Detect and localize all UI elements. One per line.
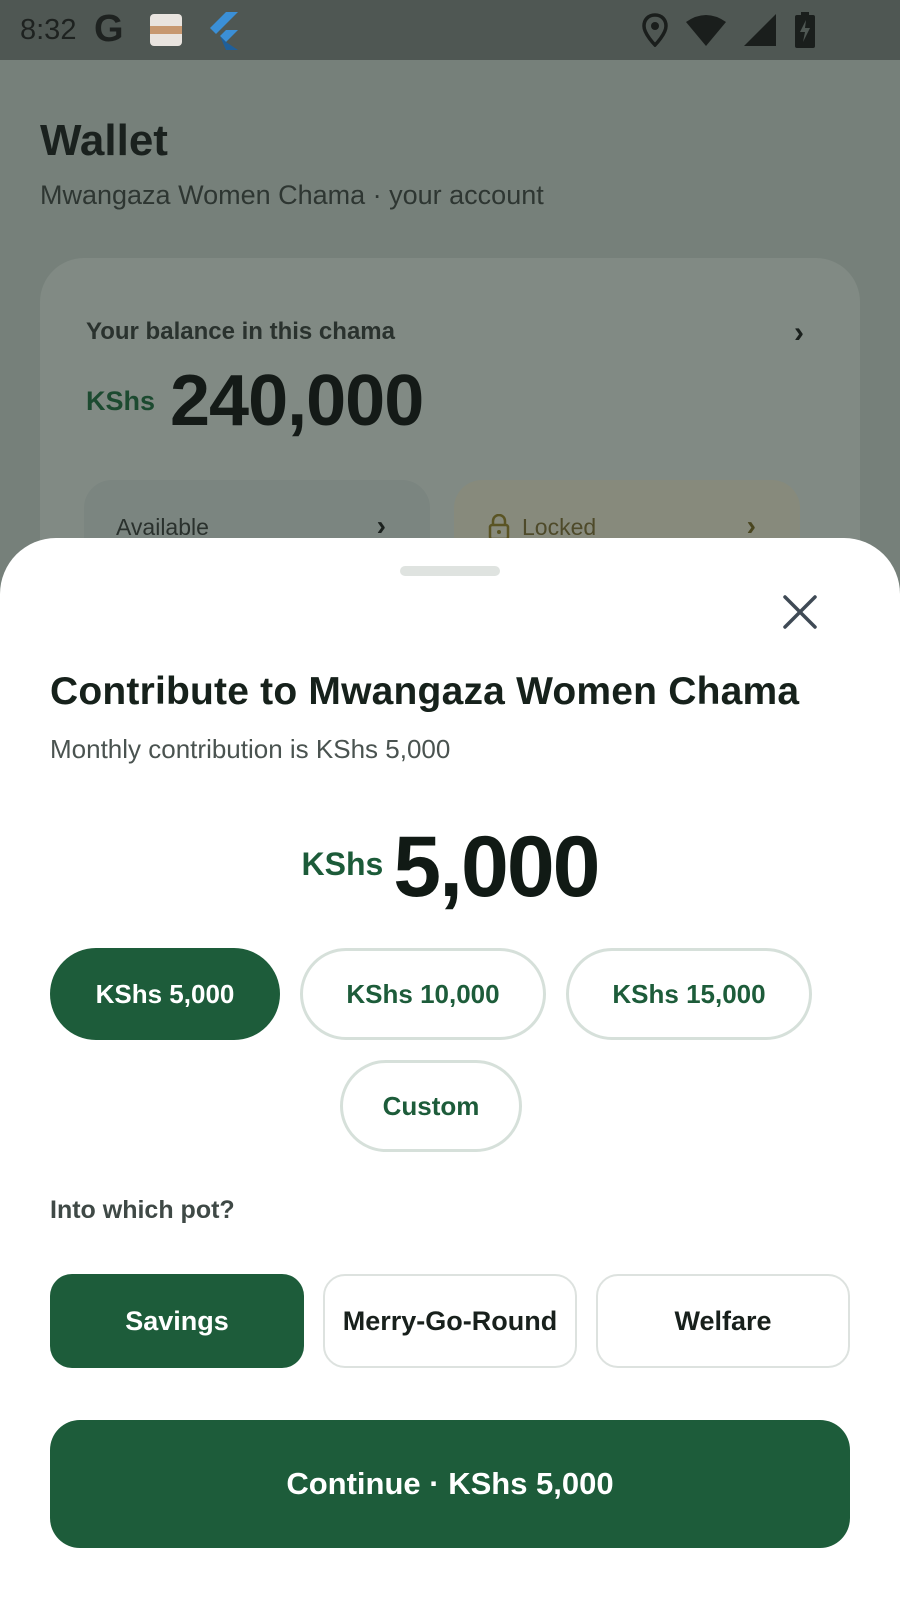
balance-amount: 240,000 <box>170 361 424 441</box>
pot-option-welfare[interactable]: Welfare <box>596 1274 850 1368</box>
amount-display: KShs 5,000 <box>0 818 900 917</box>
battery-charging-icon <box>795 12 815 48</box>
amount-value: 5,000 <box>393 819 600 915</box>
location-icon <box>642 13 668 47</box>
flutter-icon <box>210 12 238 50</box>
status-icons <box>642 12 816 48</box>
amount-chip-custom[interactable]: Custom <box>340 1060 522 1152</box>
balance-label: Your balance in this chama <box>86 318 395 345</box>
wifi-icon <box>686 15 726 46</box>
chevron-right-icon: › <box>794 316 804 349</box>
page-title: Wallet <box>40 116 168 165</box>
continue-button[interactable]: Continue · KShs 5,000 <box>50 1420 850 1548</box>
available-label: Available <box>116 514 209 540</box>
google-icon: G <box>94 8 124 50</box>
amount-chip-5000[interactable]: KShs 5,000 <box>50 948 280 1040</box>
signal-icon <box>744 14 776 46</box>
close-button[interactable] <box>776 588 824 636</box>
contribute-sheet: Contribute to Mwangaza Women Chama Month… <box>0 538 900 1600</box>
status-time: 8:32 <box>20 14 77 46</box>
balance-currency: KShs <box>86 386 156 416</box>
pot-option-merry-go-round[interactable]: Merry-Go-Round <box>323 1274 577 1368</box>
pot-question: Into which pot? <box>50 1196 235 1224</box>
app-notification-icon <box>150 14 182 46</box>
sheet-title: Contribute to Mwangaza Women Chama <box>50 670 800 713</box>
amount-chip-10000[interactable]: KShs 10,000 <box>300 948 546 1040</box>
pot-option-savings[interactable]: Savings <box>50 1274 304 1368</box>
status-bar: 8:32 G <box>0 0 900 60</box>
sheet-subtitle: Monthly contribution is KShs 5,000 <box>50 734 451 764</box>
page-subtitle: Mwangaza Women Chama · your account <box>40 180 544 210</box>
locked-label: Locked <box>522 514 597 540</box>
close-icon <box>783 595 817 629</box>
lock-icon <box>488 514 510 540</box>
amount-chip-15000[interactable]: KShs 15,000 <box>566 948 812 1040</box>
amount-currency: KShs <box>301 846 384 882</box>
drag-handle[interactable] <box>400 566 500 576</box>
